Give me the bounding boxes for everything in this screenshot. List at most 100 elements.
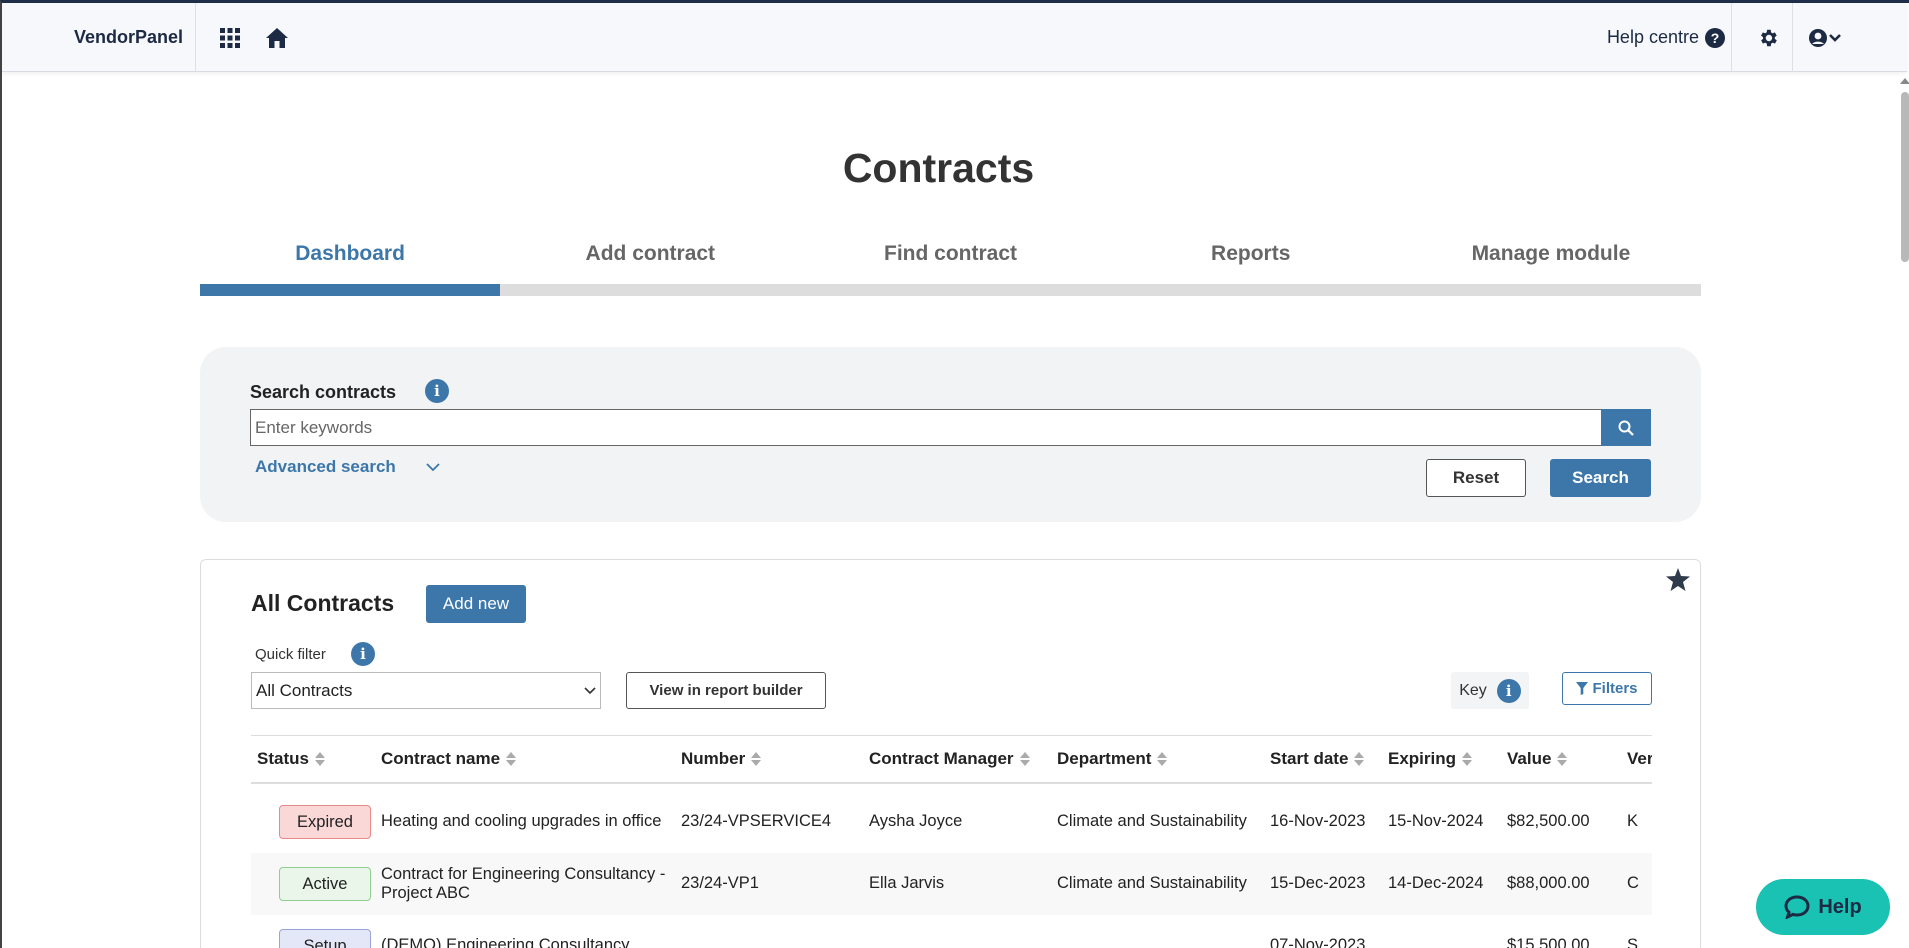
vendor-cell: S xyxy=(1621,914,1652,948)
reset-button[interactable]: Reset xyxy=(1426,459,1526,497)
value-cell: $82,500.00 xyxy=(1501,790,1621,853)
help-centre-link[interactable]: Help centre ? xyxy=(1607,3,1725,72)
column-header-department[interactable]: Department xyxy=(1051,735,1264,784)
tab-manage-module[interactable]: Manage module xyxy=(1401,242,1701,266)
department-cell: Climate and Sustainability xyxy=(1051,852,1264,915)
module-tabs: Dashboard Add contract Find contract Rep… xyxy=(200,242,1701,266)
apps-grid-icon[interactable] xyxy=(217,25,243,51)
status-badge: Active xyxy=(279,866,371,901)
tab-dashboard[interactable]: Dashboard xyxy=(200,242,500,266)
contract-number-cell: 23/24-VP1 xyxy=(675,852,863,915)
contracts-table: Status Contract name Number Contract Man… xyxy=(251,735,1652,948)
star-icon[interactable] xyxy=(1666,568,1690,596)
expiring-cell: 14-Dec-2024 xyxy=(1382,852,1501,915)
status-badge: Setup xyxy=(279,928,371,948)
filters-button[interactable]: Filters xyxy=(1562,672,1652,705)
expiring-cell xyxy=(1382,914,1501,948)
sort-icon xyxy=(1557,752,1568,767)
chat-bubble-icon xyxy=(1784,895,1810,919)
contract-name-cell[interactable]: Heating and cooling upgrades in office xyxy=(375,790,675,853)
info-icon: i xyxy=(1496,678,1521,703)
page-scroll-up-arrow[interactable] xyxy=(1900,78,1909,84)
contract-manager-cell: Aysha Joyce xyxy=(863,790,1051,853)
quick-filter-select[interactable]: All Contracts xyxy=(251,672,601,709)
home-icon[interactable] xyxy=(264,25,290,51)
key-label: Key xyxy=(1459,681,1487,699)
vendor-cell: C xyxy=(1621,852,1652,915)
active-tab-indicator xyxy=(200,284,500,296)
info-icon[interactable]: i xyxy=(351,642,375,666)
column-header-start-date[interactable]: Start date xyxy=(1264,735,1382,784)
contracts-table-container[interactable]: Status Contract name Number Contract Man… xyxy=(251,735,1652,948)
contract-manager-cell: Ella Jarvis xyxy=(863,852,1051,915)
help-label: Help xyxy=(1818,895,1862,918)
department-cell: Climate and Sustainability xyxy=(1051,790,1264,853)
topbar-divider xyxy=(195,3,196,72)
question-circle-icon: ? xyxy=(1705,27,1725,48)
start-date-cell: 07-Nov-2023 xyxy=(1264,914,1382,948)
column-header-vendor[interactable]: Ver xyxy=(1621,735,1652,784)
expiring-cell: 15-Nov-2024 xyxy=(1382,790,1501,853)
search-icon-button[interactable] xyxy=(1601,409,1651,446)
column-header-contract-manager[interactable]: Contract Manager xyxy=(863,735,1051,784)
column-header-expiring[interactable]: Expiring xyxy=(1382,735,1501,784)
add-new-button[interactable]: Add new xyxy=(426,585,526,623)
topbar-divider xyxy=(1731,3,1732,72)
table-row[interactable]: Setup (DEMO) Engineering Consultancy 07-… xyxy=(251,914,1652,948)
tab-add-contract[interactable]: Add contract xyxy=(500,242,800,266)
gear-icon[interactable] xyxy=(1755,25,1781,51)
column-header-number[interactable]: Number xyxy=(675,735,863,784)
table-row[interactable]: Active Contract for Engineering Consulta… xyxy=(251,852,1652,915)
help-chat-button[interactable]: Help xyxy=(1756,879,1890,935)
contract-name-cell[interactable]: Contract for Engineering Consultancy - P… xyxy=(375,852,675,915)
column-header-value[interactable]: Value xyxy=(1501,735,1621,784)
tab-reports[interactable]: Reports xyxy=(1101,242,1401,266)
start-date-cell: 16-Nov-2023 xyxy=(1264,790,1382,853)
search-contracts-label: Search contracts xyxy=(250,382,397,402)
column-header-contract-name[interactable]: Contract name xyxy=(375,735,675,784)
key-legend-button[interactable]: Key i xyxy=(1451,672,1529,709)
sort-icon xyxy=(506,752,517,767)
start-date-cell: 15-Dec-2023 xyxy=(1264,852,1382,915)
topbar-divider xyxy=(1792,3,1793,72)
column-header-status[interactable]: Status xyxy=(251,735,375,784)
advanced-search-label: Advanced search xyxy=(255,457,396,476)
table-row[interactable]: Expired Heating and cooling upgrades in … xyxy=(251,790,1652,853)
sort-icon xyxy=(1354,752,1365,767)
all-contracts-card: All Contracts Add new Quick filter i All… xyxy=(200,559,1701,948)
funnel-icon xyxy=(1576,682,1589,695)
table-header-row: Status Contract name Number Contract Man… xyxy=(251,735,1652,784)
info-icon[interactable]: i xyxy=(425,379,449,403)
view-in-report-builder-button[interactable]: View in report builder xyxy=(626,672,826,709)
sort-icon xyxy=(1157,752,1168,767)
page-title: Contracts xyxy=(842,145,1035,191)
brand-logo[interactable]: VendorPanel xyxy=(74,3,183,72)
advanced-search-toggle[interactable]: Advanced search xyxy=(255,457,440,477)
sort-icon xyxy=(751,752,762,767)
search-panel: Search contracts i Advanced search Reset… xyxy=(200,347,1701,522)
svg-text:?: ? xyxy=(1711,30,1720,46)
top-navigation-bar: VendorPanel Help centre ? xyxy=(2,3,1907,72)
all-contracts-title: All Contracts xyxy=(251,590,395,616)
contract-manager-cell xyxy=(863,914,1051,948)
filters-label: Filters xyxy=(1592,680,1638,697)
chevron-down-icon xyxy=(584,686,596,694)
page-scrollbar-thumb[interactable] xyxy=(1901,92,1909,262)
tab-find-contract[interactable]: Find contract xyxy=(800,242,1100,266)
value-cell: $88,000.00 xyxy=(1501,852,1621,915)
department-cell xyxy=(1051,914,1264,948)
quick-filter-label: Quick filter xyxy=(255,646,326,663)
quick-filter-value: All Contracts xyxy=(256,680,353,700)
contract-name-cell[interactable]: (DEMO) Engineering Consultancy xyxy=(375,914,675,948)
vendor-cell: K xyxy=(1621,790,1652,853)
value-cell: $15,500.00 xyxy=(1501,914,1621,948)
user-menu-icon[interactable] xyxy=(1808,25,1844,51)
chevron-down-icon xyxy=(426,462,440,471)
status-badge: Expired xyxy=(279,804,371,839)
search-icon xyxy=(1618,420,1634,436)
search-button[interactable]: Search xyxy=(1550,459,1651,497)
table-spacer xyxy=(251,782,1652,791)
contract-number-cell xyxy=(675,914,863,948)
sort-icon xyxy=(314,752,325,767)
search-input[interactable] xyxy=(250,409,1602,446)
